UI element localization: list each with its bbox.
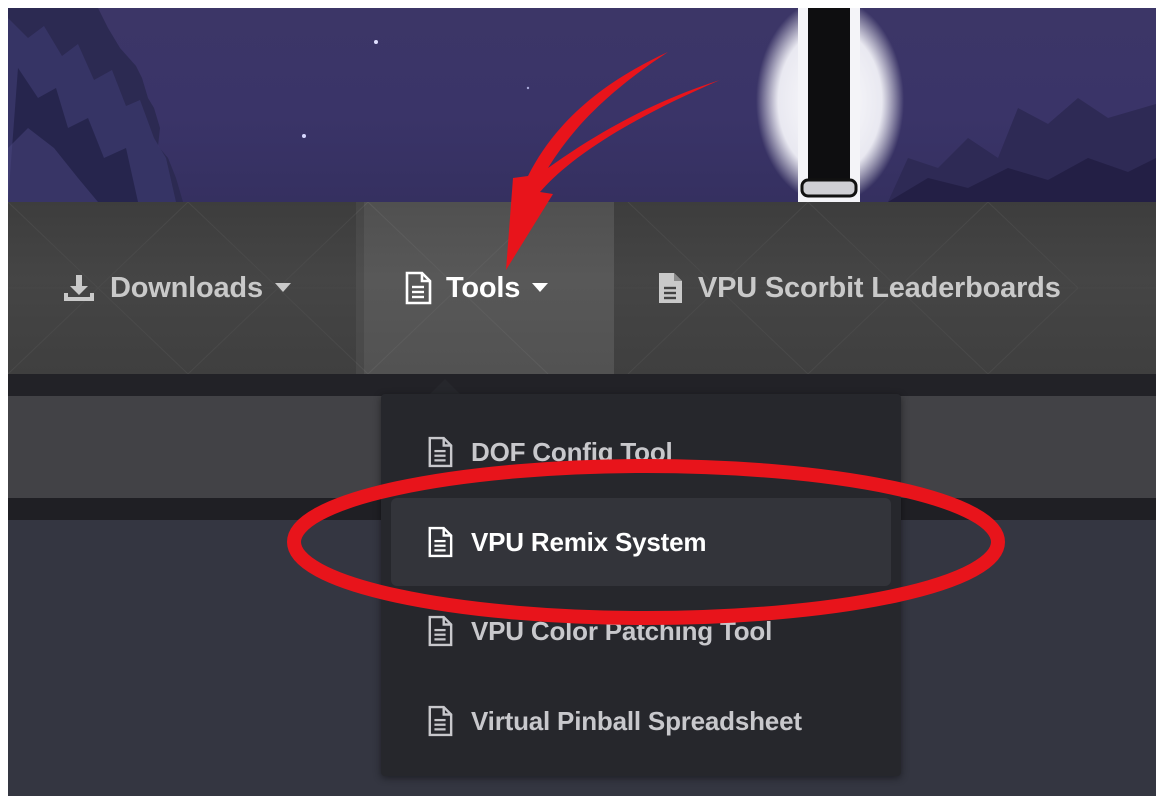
page-frame: Downloads Tools VPU Scorbit Leaderboards… (8, 8, 1156, 796)
tools-dropdown-menu: DOF Config Tool VPU Remix System VPU Col… (381, 394, 901, 776)
nav-shadow-strip (8, 374, 1156, 396)
menu-item-label: VPU Remix System (471, 526, 707, 557)
hero-banner (8, 8, 1156, 202)
menu-item-vpu-color-patching-tool[interactable]: VPU Color Patching Tool (391, 588, 891, 674)
nav-tools[interactable]: Tools (364, 202, 614, 374)
nav-downloads[interactable]: Downloads (62, 202, 307, 374)
document-icon (427, 526, 453, 558)
menu-item-label: DOF Config Tool (471, 436, 673, 467)
nav-downloads-label: Downloads (110, 271, 263, 304)
document-icon (427, 705, 453, 737)
menu-item-label: Virtual Pinball Spreadsheet (471, 705, 802, 736)
chevron-down-icon (532, 283, 549, 293)
document-icon (427, 615, 453, 647)
hero-artwork (8, 8, 1156, 202)
menu-item-label: VPU Color Patching Tool (471, 615, 773, 646)
dropdown-pointer (430, 379, 460, 394)
chevron-down-icon (274, 283, 291, 293)
nav-tools-label: Tools (446, 271, 521, 304)
download-icon (62, 273, 96, 303)
nav-scorbit-leaderboards[interactable]: VPU Scorbit Leaderboards (656, 202, 1061, 374)
document-icon (656, 271, 684, 305)
nav-scorbit-label: VPU Scorbit Leaderboards (698, 271, 1061, 304)
menu-item-virtual-pinball-spreadsheet[interactable]: Virtual Pinball Spreadsheet (391, 678, 891, 764)
menu-item-vpu-remix-system[interactable]: VPU Remix System (391, 498, 891, 586)
document-icon (427, 436, 453, 468)
main-navbar: Downloads Tools VPU Scorbit Leaderboards (8, 202, 1156, 374)
menu-item-dof-config-tool[interactable]: DOF Config Tool (391, 409, 891, 495)
document-icon (404, 271, 432, 305)
